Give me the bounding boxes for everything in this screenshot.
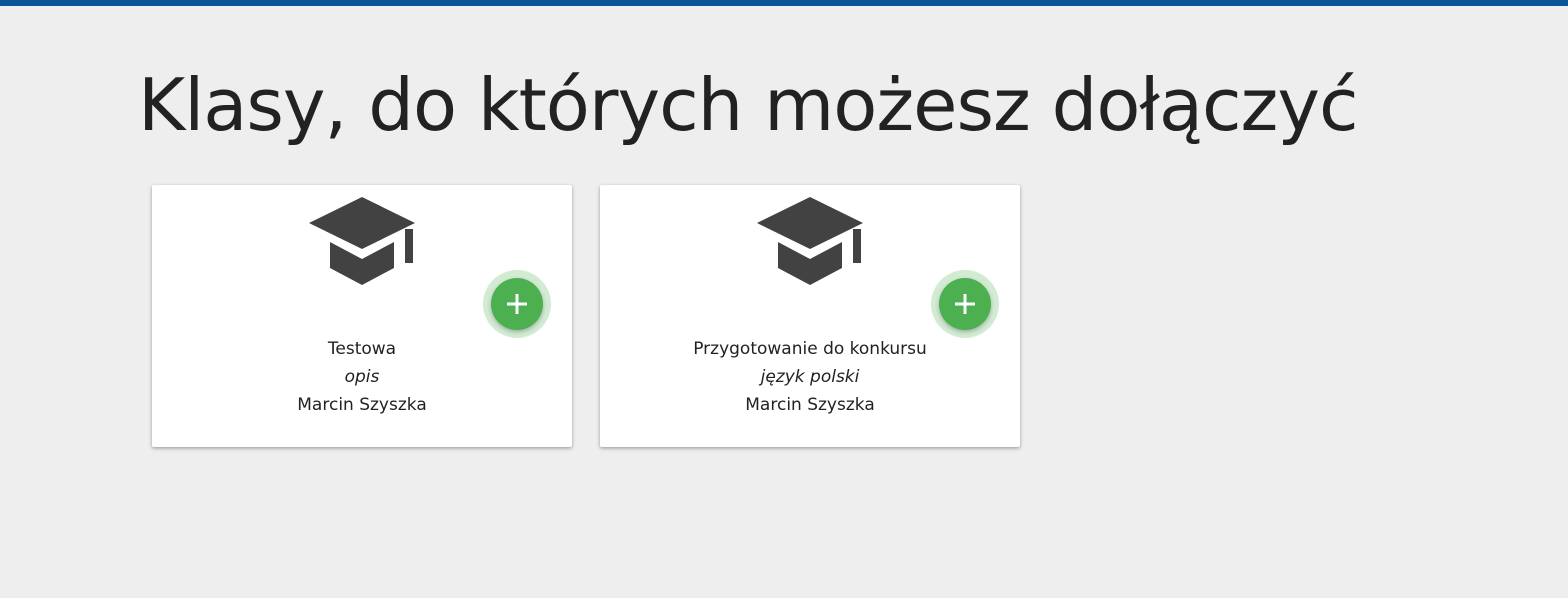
class-info: Testowa opis Marcin Szyszka	[152, 335, 572, 419]
class-name: Przygotowanie do konkursu	[693, 339, 927, 359]
graduation-cap-icon	[757, 197, 863, 285]
class-description: język polski	[760, 367, 860, 387]
class-teacher: Marcin Szyszka	[297, 395, 427, 415]
graduation-cap-icon	[309, 197, 415, 285]
page-title: Klasy, do których możesz dołączyć	[138, 63, 1359, 147]
join-button-halo	[483, 270, 551, 338]
class-card: Testowa opis Marcin Szyszka	[152, 185, 572, 447]
class-name: Testowa	[327, 339, 397, 359]
join-class-button[interactable]	[939, 278, 991, 330]
class-teacher: Marcin Szyszka	[745, 395, 875, 415]
class-info: Przygotowanie do konkursu język polski M…	[600, 335, 1020, 419]
top-bar	[0, 0, 1568, 6]
join-class-button[interactable]	[491, 278, 543, 330]
plus-icon	[955, 294, 975, 314]
class-card: Przygotowanie do konkursu język polski M…	[600, 185, 1020, 447]
class-description: opis	[344, 367, 380, 387]
plus-icon	[507, 294, 527, 314]
join-button-halo	[931, 270, 999, 338]
